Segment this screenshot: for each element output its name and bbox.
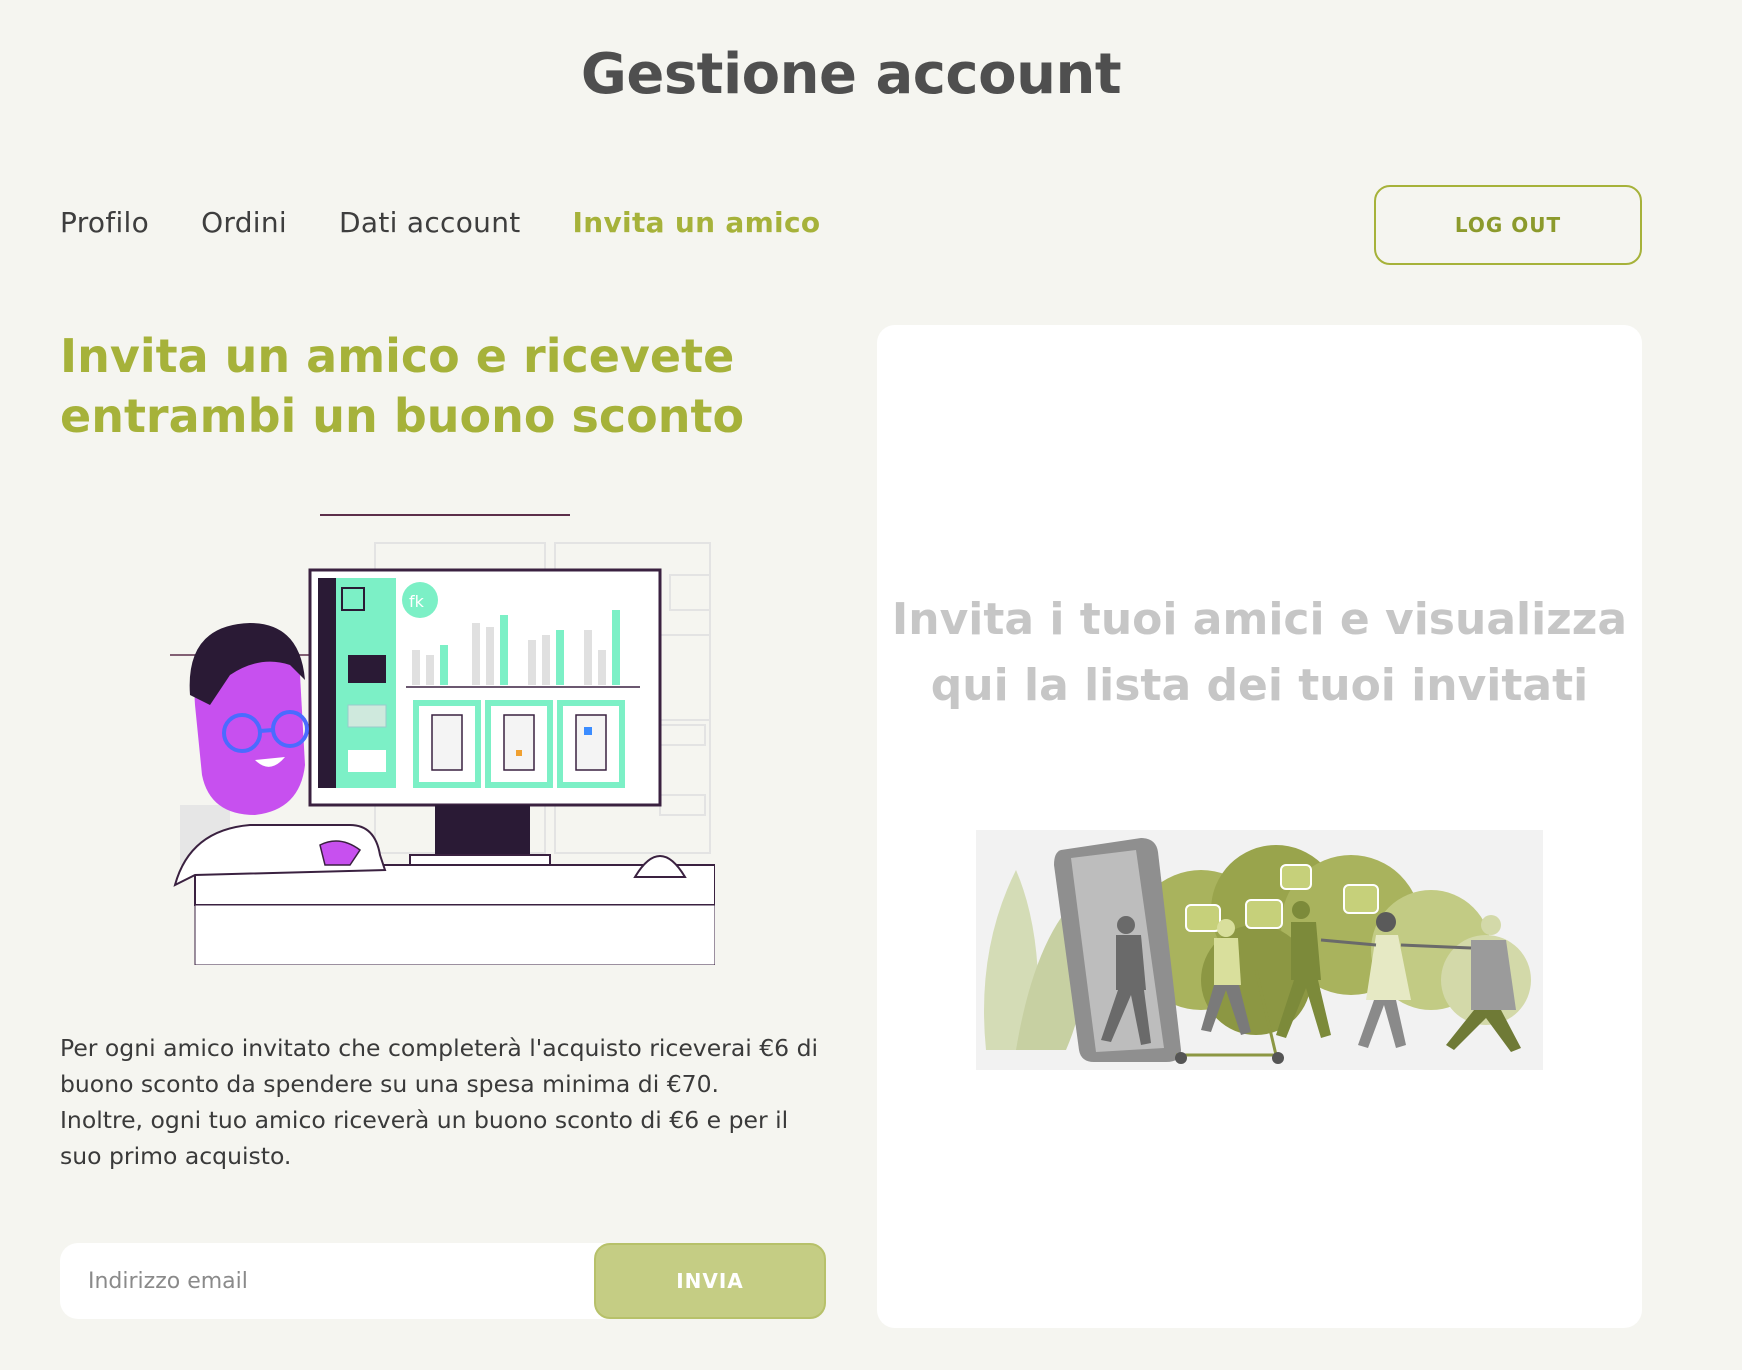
account-tabs: Profilo Ordini Dati account Invita un am… — [60, 206, 872, 239]
account-page: Gestione account Profilo Ordini Dati acc… — [0, 0, 1742, 1370]
tab-dati-account[interactable]: Dati account — [339, 206, 521, 239]
email-input[interactable] — [60, 1243, 620, 1319]
invite-description-line-2: Inoltre, ogni tuo amico riceverà un buon… — [60, 1106, 789, 1170]
invited-friends-panel: Invita i tuoi amici e visualizza qui la … — [877, 325, 1642, 1328]
invite-headline: Invita un amico e ricevete entrambi un b… — [60, 329, 745, 443]
illustration-badge-text: fk — [409, 592, 425, 611]
invite-description-line-1: Per ogni amico invitato che completerà l… — [60, 1034, 819, 1098]
friends-running-illustration — [976, 830, 1543, 1070]
page-title: Gestione account — [580, 42, 1122, 107]
invite-form: INVIA — [60, 1243, 826, 1319]
person-computer-illustration: fk — [170, 514, 715, 965]
tab-profilo[interactable]: Profilo — [60, 206, 149, 239]
send-button[interactable]: INVIA — [594, 1243, 826, 1319]
empty-invites-message: Invita i tuoi amici e visualizza qui la … — [891, 594, 1628, 711]
tab-invita-un-amico[interactable]: Invita un amico — [573, 206, 821, 239]
logout-button[interactable]: LOG OUT — [1374, 185, 1642, 265]
tab-ordini[interactable]: Ordini — [201, 206, 287, 239]
invite-description: Per ogni amico invitato che completerà l… — [60, 1030, 820, 1174]
